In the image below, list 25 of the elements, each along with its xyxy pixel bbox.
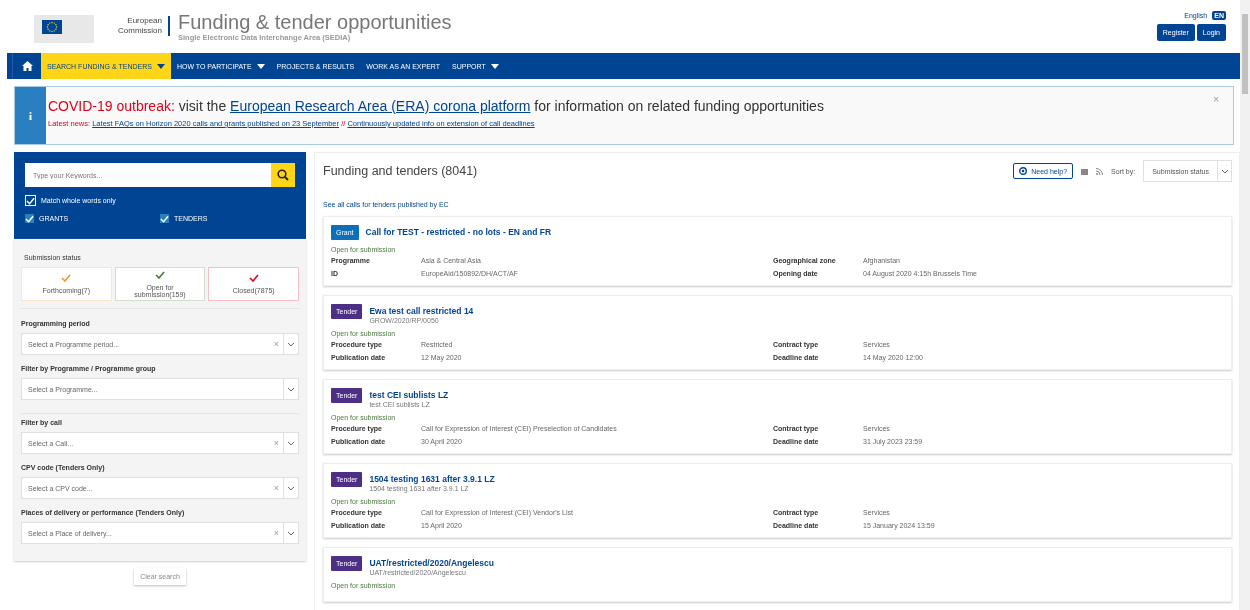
chevron-down-icon	[287, 341, 295, 347]
calendar-icon[interactable]	[1081, 167, 1089, 175]
call-title-link[interactable]: Ewa test call restricted 14	[369, 306, 474, 316]
call-title-link[interactable]: Call for TEST - restricted - no lots - EN and FR	[365, 227, 552, 237]
call-title-link[interactable]: UAT/restricted/2020/Angelescu	[369, 558, 494, 568]
info-icon	[29, 111, 32, 120]
chevron-down-icon	[287, 530, 295, 536]
chevron-down-icon	[287, 386, 295, 392]
alert-link[interactable]: European Research Area (ERA) corona platform	[230, 98, 531, 114]
alert-headline: COVID-19 outbreak: visit the European Research Area (ERA) corona platform for information on related funding opportunities	[48, 97, 824, 115]
checkbox-icon	[25, 195, 36, 206]
call-title-link[interactable]: 1504 testing 1631 after 3.9.1 LZ	[369, 474, 495, 484]
results-title: Funding and tenders (8041)	[323, 164, 478, 178]
chevron-down-icon	[287, 485, 295, 491]
call-title-link[interactable]: test CEI sublists LZ	[369, 390, 449, 400]
rss-icon[interactable]	[1096, 167, 1104, 175]
search-icon	[277, 169, 289, 181]
checkbox-icon	[25, 214, 34, 223]
chevron-down-icon	[1220, 168, 1229, 174]
site-title: Funding & tender opportunities	[178, 10, 452, 33]
checkbox-icon	[160, 214, 169, 223]
lifebuoy-icon	[1019, 167, 1028, 175]
search-button[interactable]	[271, 163, 295, 187]
chevron-down-icon	[287, 440, 295, 446]
logo-text: European Commission	[118, 16, 170, 36]
